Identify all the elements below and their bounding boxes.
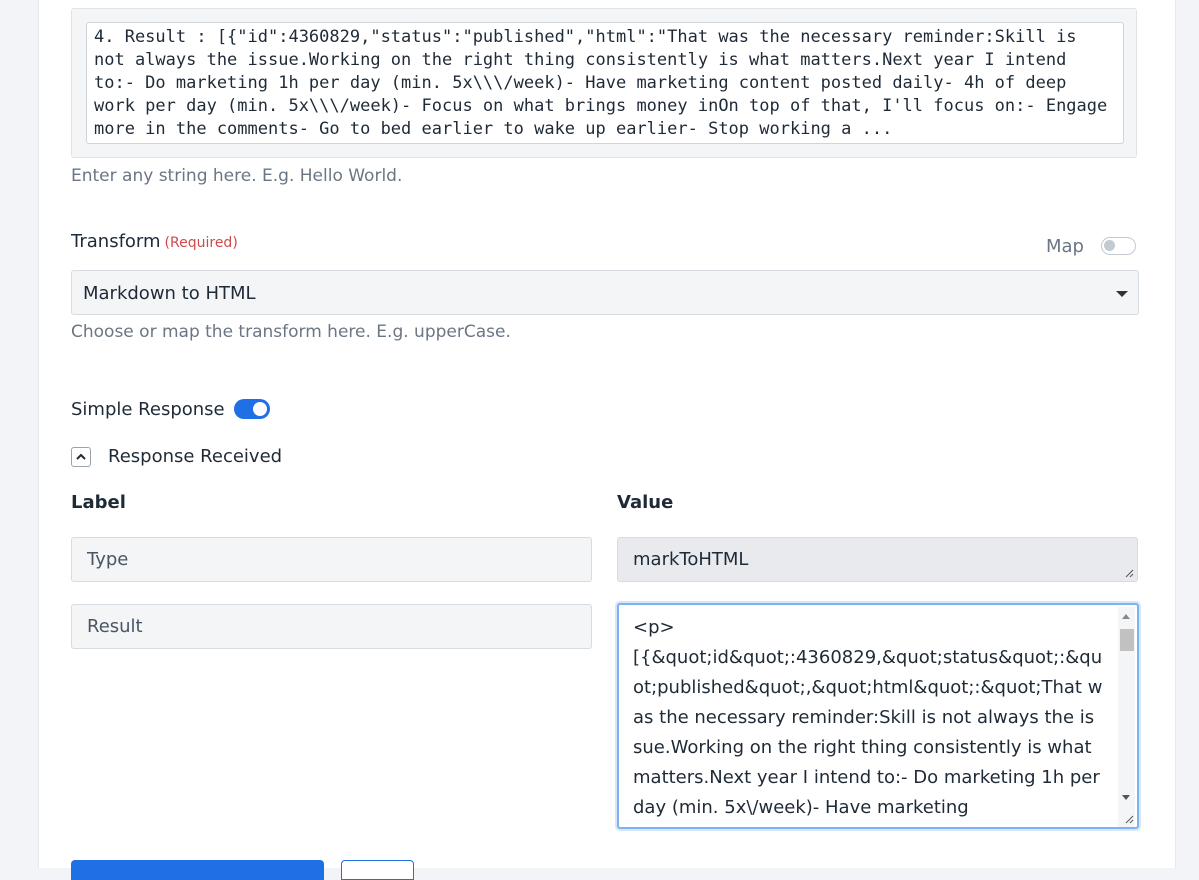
transform-label-text: Transform: [71, 231, 161, 252]
value-column-header: Value: [617, 492, 674, 513]
simple-response-toggle[interactable]: [234, 399, 270, 419]
transform-select[interactable]: Markdown to HTML: [71, 270, 1139, 315]
transform-help-text: Choose or map the transform here. E.g. u…: [71, 322, 511, 342]
scroll-down-icon[interactable]: [1122, 795, 1130, 800]
chevron-down-icon: [1116, 291, 1128, 297]
toggle-knob: [253, 402, 267, 416]
required-marker: (Required): [164, 235, 238, 251]
scroll-thumb[interactable]: [1120, 629, 1134, 651]
result-value-text: <p> [{&quot;id&quot;:4360829,&quot;statu…: [633, 617, 1103, 818]
resize-handle-icon[interactable]: [1124, 814, 1134, 824]
map-label: Map: [1046, 236, 1084, 257]
result-label-field: Result: [71, 604, 592, 649]
resize-handle-icon[interactable]: [1124, 568, 1134, 578]
result-scrollbar[interactable]: [1118, 607, 1135, 827]
transform-selected-value: Markdown to HTML: [83, 283, 256, 304]
result-value-textarea[interactable]: <p> [{&quot;id&quot;:4360829,&quot;statu…: [617, 603, 1139, 829]
toggle-knob: [1104, 240, 1115, 251]
input-help-text: Enter any string here. E.g. Hello World.: [71, 166, 403, 186]
map-toggle[interactable]: [1101, 237, 1136, 255]
type-value-text: markToHTML: [633, 549, 749, 570]
simple-response-label: Simple Response: [71, 399, 225, 420]
type-value-field[interactable]: markToHTML: [617, 537, 1138, 582]
input-string-field[interactable]: 4. Result : [{"id":4360829,"status":"pub…: [86, 22, 1124, 144]
chevron-up-icon: [76, 453, 86, 460]
label-column-header: Label: [71, 492, 126, 513]
transform-label: Transform (Required): [71, 231, 238, 252]
secondary-action-button[interactable]: [341, 860, 414, 880]
response-received-label: Response Received: [108, 446, 283, 467]
primary-action-button[interactable]: [71, 860, 324, 880]
scroll-up-icon[interactable]: [1122, 614, 1130, 619]
collapse-button[interactable]: [71, 447, 91, 467]
type-label-field: Type: [71, 537, 592, 582]
